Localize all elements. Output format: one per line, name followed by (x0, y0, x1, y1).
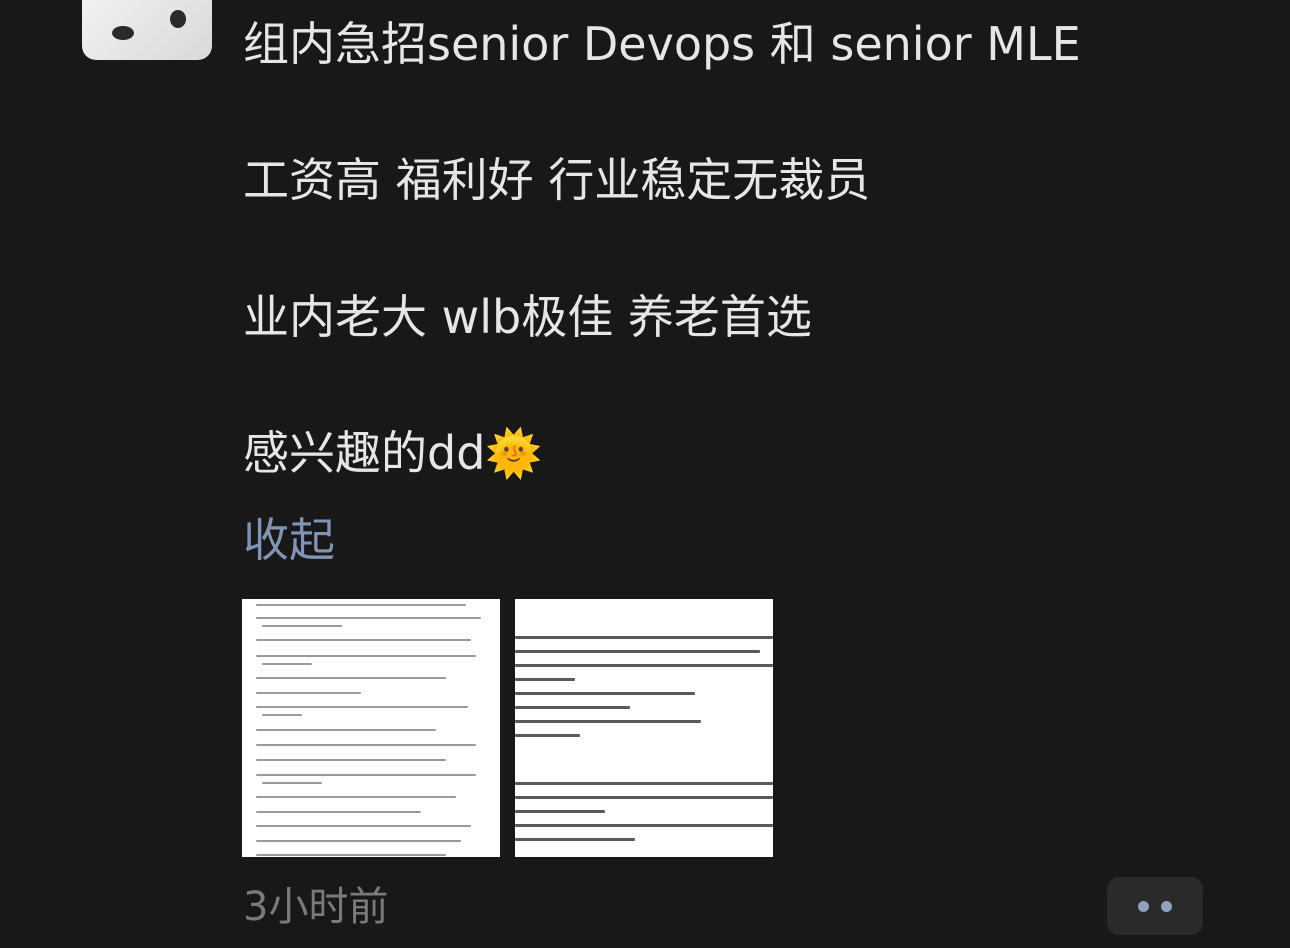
post-line: 业内老大 wlb极佳 养老首选 (243, 290, 812, 344)
post-line: 组内急招senior Devops 和 senior MLE (243, 17, 1081, 71)
more-dots-icon (1161, 901, 1172, 912)
more-dots-icon (1138, 901, 1149, 912)
attached-image-2[interactable] (515, 599, 773, 857)
avatar-decoration (112, 26, 134, 40)
more-options-button[interactable] (1107, 877, 1203, 935)
post-line: 感兴趣的dd🌞 (243, 426, 543, 480)
avatar[interactable] (82, 0, 212, 60)
attached-image-1[interactable] (242, 599, 500, 857)
post-line: 工资高 福利好 行业稳定无裁员 (243, 153, 871, 207)
post-timestamp: 3小时前 (243, 884, 389, 930)
avatar-decoration (170, 10, 186, 28)
collapse-link[interactable]: 收起 (243, 510, 335, 570)
